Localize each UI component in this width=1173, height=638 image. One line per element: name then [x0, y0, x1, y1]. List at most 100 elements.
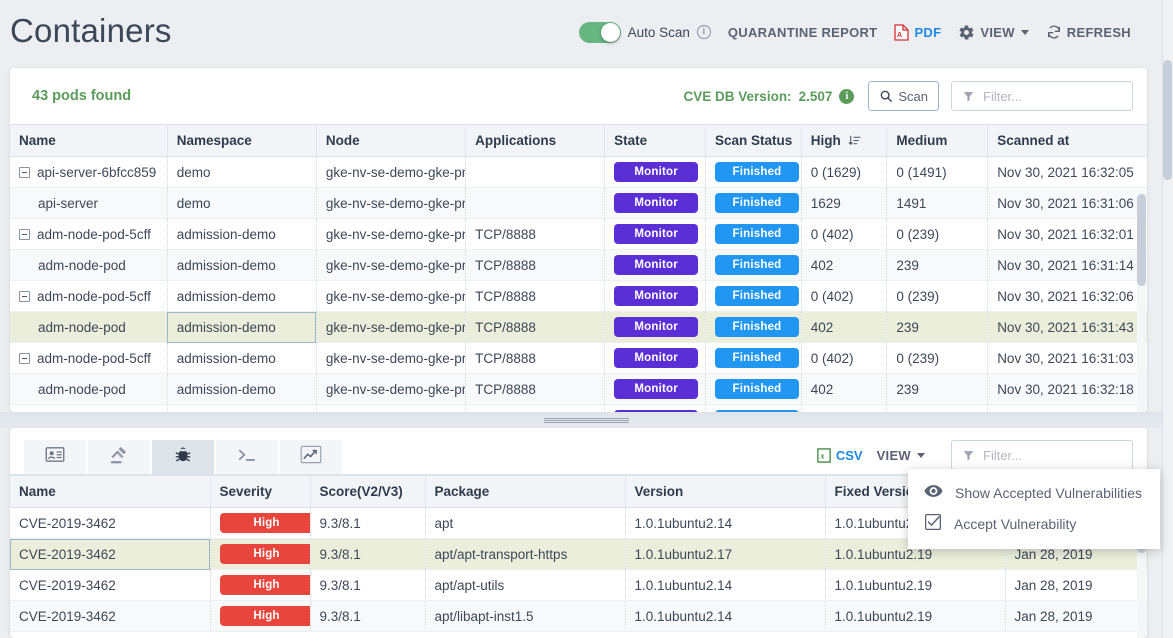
cell-scan-status: Finished	[705, 219, 801, 250]
col-scan-status[interactable]: Scan Status	[705, 125, 801, 157]
svg-text:A: A	[897, 32, 902, 39]
col-cve-name[interactable]: Name	[10, 476, 210, 508]
cell-applications: TCP/8888	[466, 374, 605, 405]
cell-name: adm-node-pod	[10, 250, 167, 281]
col-severity[interactable]: Severity	[210, 476, 310, 508]
page-scrollbar-thumb[interactable]	[1163, 60, 1172, 180]
table-row[interactable]: adm-node-podadmission-demogke-nv-se-demo…	[10, 250, 1147, 281]
cell-applications	[466, 188, 605, 219]
header-toolbar: Auto Scan i QUARANTINE REPORT A PDF	[579, 22, 1161, 43]
cell-score: 9.3/8.1	[310, 539, 425, 570]
col-namespace[interactable]: Namespace	[167, 125, 316, 157]
state-badge: Monitor	[614, 348, 698, 368]
cell-medium: 239	[887, 312, 988, 343]
sort-descending-icon[interactable]	[848, 134, 861, 147]
quarantine-report-button[interactable]: QUARANTINE REPORT	[728, 25, 878, 40]
gear-icon	[958, 24, 975, 41]
table-row[interactable]: adm-node-pod-5cffadmission-demogke-nv-se…	[10, 281, 1147, 312]
view-dropdown-menu: Show Accepted Vulnerabilities Accept Vuln…	[908, 469, 1160, 549]
state-badge: Monitor	[614, 317, 698, 337]
row-name-label: api-server-6bfcc859	[37, 165, 156, 180]
table-row[interactable]: MonitorFinished	[10, 405, 1147, 413]
auto-scan-toggle[interactable]	[579, 22, 621, 43]
cell-fixed-version: 1.0.1ubuntu2.19	[825, 601, 1005, 632]
dropdown-menu-item[interactable]: Accept Vulnerability	[908, 507, 1160, 540]
cve-info-icon[interactable]: i	[839, 89, 854, 104]
row-name-label: adm-node-pod-5cff	[37, 289, 151, 304]
tab-details[interactable]	[24, 440, 86, 474]
cell-cve-name: CVE-2019-3462	[10, 508, 210, 539]
cell-version: 1.0.1ubuntu2.14	[625, 570, 825, 601]
col-high[interactable]: High	[801, 125, 887, 157]
cell-high: 402	[801, 312, 887, 343]
cell-name: api-server	[10, 188, 167, 219]
cell-name: adm-node-pod-5cff	[10, 219, 167, 250]
cell-high: 0 (402)	[801, 281, 887, 312]
cell-namespace: demo	[167, 157, 316, 188]
cell-node: gke-nv-se-demo-gke-pr	[316, 312, 465, 343]
collapse-row-icon[interactable]	[19, 353, 30, 364]
scan-status-badge: Finished	[715, 348, 799, 368]
refresh-icon	[1046, 24, 1062, 40]
col-version[interactable]: Version	[625, 476, 825, 508]
col-scanned-at[interactable]: Scanned at	[988, 125, 1147, 157]
scan-button[interactable]: Scan	[868, 81, 939, 111]
table-row[interactable]: api-serverdemogke-nv-se-demo-gke-prMonit…	[10, 188, 1147, 219]
cell-published: Jan 28, 2019	[1005, 601, 1147, 632]
info-icon[interactable]: i	[697, 25, 711, 39]
cve-db-version: CVE DB Version: 2.507 i	[684, 89, 855, 104]
cell-scanned-at: Nov 30, 2021 16:32:18	[988, 374, 1147, 405]
page-scrollbar-track[interactable]	[1162, 0, 1173, 638]
col-score[interactable]: Score(V2/V3)	[310, 476, 425, 508]
panel-splitter[interactable]	[0, 412, 1173, 428]
csv-label: CSV	[836, 448, 863, 463]
top-filter-box[interactable]	[951, 81, 1133, 111]
table-row[interactable]: api-server-6bfcc859demogke-nv-se-demo-gk…	[10, 157, 1147, 188]
table-row[interactable]: CVE-2019-3462High9.3/8.1apt/apt-utils1.0…	[10, 570, 1147, 601]
col-node[interactable]: Node	[316, 125, 465, 157]
dropdown-item-label: Show Accepted Vulnerabilities	[955, 485, 1142, 501]
cell-namespace: admission-demo	[167, 281, 316, 312]
dropdown-menu-item[interactable]: Show Accepted Vulnerabilities	[908, 478, 1160, 507]
refresh-button[interactable]: REFRESH	[1046, 24, 1131, 40]
tab-stats[interactable]	[280, 440, 342, 474]
bottom-filter-input[interactable]	[983, 448, 1122, 463]
cell-state: Monitor	[605, 312, 706, 343]
bottom-filter-box[interactable]	[951, 440, 1133, 470]
table-row[interactable]: adm-node-podadmission-demogke-nv-se-demo…	[10, 374, 1147, 405]
tab-console[interactable]	[216, 440, 278, 474]
col-package[interactable]: Package	[425, 476, 625, 508]
bottom-view-menu-button[interactable]: VIEW	[877, 448, 925, 463]
col-high-label: High	[811, 133, 841, 148]
top-table-scrollbar-thumb[interactable]	[1137, 194, 1146, 286]
row-name-label: adm-node-pod-5cff	[37, 351, 151, 366]
auto-scan-control[interactable]: Auto Scan i	[579, 22, 711, 43]
containers-table-scroll: Name Namespace Node Applications State S…	[10, 124, 1147, 412]
col-applications[interactable]: Applications	[466, 125, 605, 157]
col-state[interactable]: State	[605, 125, 706, 157]
cell-high: 0 (402)	[801, 219, 887, 250]
cell-applications	[466, 157, 605, 188]
top-filter-input[interactable]	[983, 89, 1122, 104]
collapse-row-icon[interactable]	[19, 291, 30, 302]
view-menu-button[interactable]: VIEW	[958, 24, 1028, 41]
cell-scan-status: Finished	[705, 312, 801, 343]
tab-vulnerabilities[interactable]	[152, 440, 214, 474]
collapse-row-icon[interactable]	[19, 229, 30, 240]
collapse-row-icon[interactable]	[19, 167, 30, 178]
csv-export-button[interactable]: x CSV	[817, 448, 863, 463]
bottom-panel-tabs: x CSV VIEW	[10, 428, 1147, 475]
pdf-export-button[interactable]: A PDF	[894, 24, 941, 41]
table-row[interactable]: adm-node-podadmission-demogke-nv-se-demo…	[10, 312, 1147, 343]
svg-text:x: x	[819, 451, 824, 460]
col-medium[interactable]: Medium	[887, 125, 988, 157]
tab-compliance[interactable]	[88, 440, 150, 474]
table-row[interactable]: CVE-2019-3462High9.3/8.1apt/libapt-inst1…	[10, 601, 1147, 632]
cell-published: Jan 28, 2019	[1005, 570, 1147, 601]
containers-table-head: Name Namespace Node Applications State S…	[10, 125, 1147, 157]
chart-line-icon	[300, 445, 322, 469]
col-name[interactable]: Name	[10, 125, 167, 157]
table-row[interactable]: adm-node-pod-5cffadmission-demogke-nv-se…	[10, 219, 1147, 250]
table-row[interactable]: adm-node-pod-5cffadmission-demogke-nv-se…	[10, 343, 1147, 374]
row-name-label: adm-node-pod	[19, 320, 126, 335]
